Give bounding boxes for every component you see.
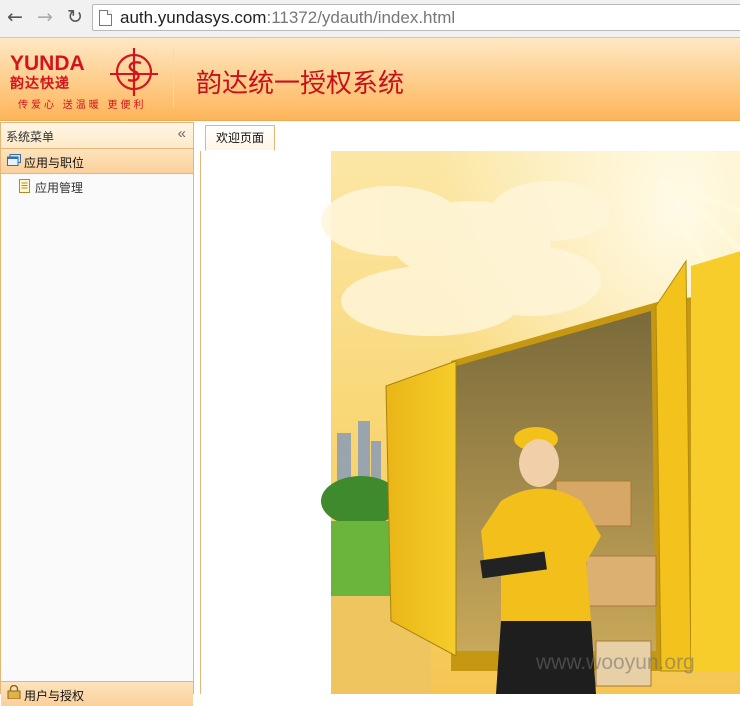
- system-title: 韵达统一授权系统: [196, 69, 405, 99]
- lock-icon: [7, 685, 21, 699]
- sidebar-group-label: 用户与授权: [24, 689, 85, 703]
- forward-icon[interactable]: →: [34, 6, 56, 28]
- yunda-logo: YUNDA 韵达快递: [10, 52, 85, 92]
- logo-english: YUNDA: [10, 52, 85, 75]
- header-divider: [173, 50, 174, 108]
- tab-label: 欢迎页面: [216, 131, 265, 145]
- sidebar-header: 系统菜单 «: [1, 122, 193, 149]
- address-bar[interactable]: auth.yundasys.com:11372/ydauth/index.htm…: [92, 4, 740, 31]
- sidebar-group-label: 应用与职位: [24, 156, 85, 170]
- sidebar: 系统菜单 « 应用与职位 应用管理 用户与授权: [0, 122, 194, 706]
- url-text[interactable]: auth.yundasys.com:11372/ydauth/index.htm…: [120, 8, 455, 28]
- welcome-page: [200, 151, 740, 694]
- sidebar-item-label: 应用管理: [35, 181, 84, 195]
- window-icon: [7, 154, 21, 166]
- app-header: YUNDA 韵达快递 传爱心 送温暖 更便利 韵达统一授权系统: [0, 38, 740, 121]
- tab-welcome[interactable]: 欢迎页面: [205, 125, 276, 151]
- tab-bar: 欢迎页面: [200, 122, 740, 152]
- url-path: :11372/ydauth/index.html: [266, 8, 456, 27]
- sidebar-group-apps-positions[interactable]: 应用与职位: [1, 149, 193, 174]
- page-icon: [99, 10, 112, 26]
- url-host: auth.yundasys.com: [120, 8, 267, 27]
- logo-emblem-icon: [110, 48, 158, 96]
- logo-chinese: 韵达快递: [10, 75, 70, 91]
- watermark: www.wooyun.org: [536, 651, 695, 674]
- back-icon[interactable]: ←: [4, 6, 26, 28]
- reload-icon[interactable]: ↻: [64, 6, 86, 28]
- logo-slogan: 传爱心 送温暖 更便利: [18, 100, 147, 111]
- sidebar-title: 系统菜单: [6, 130, 55, 144]
- document-icon: [19, 179, 30, 193]
- collapse-icon[interactable]: «: [178, 125, 186, 142]
- browser-toolbar: ← → ↻ auth.yundasys.com:11372/ydauth/ind…: [0, 0, 740, 38]
- welcome-illustration: [201, 151, 740, 694]
